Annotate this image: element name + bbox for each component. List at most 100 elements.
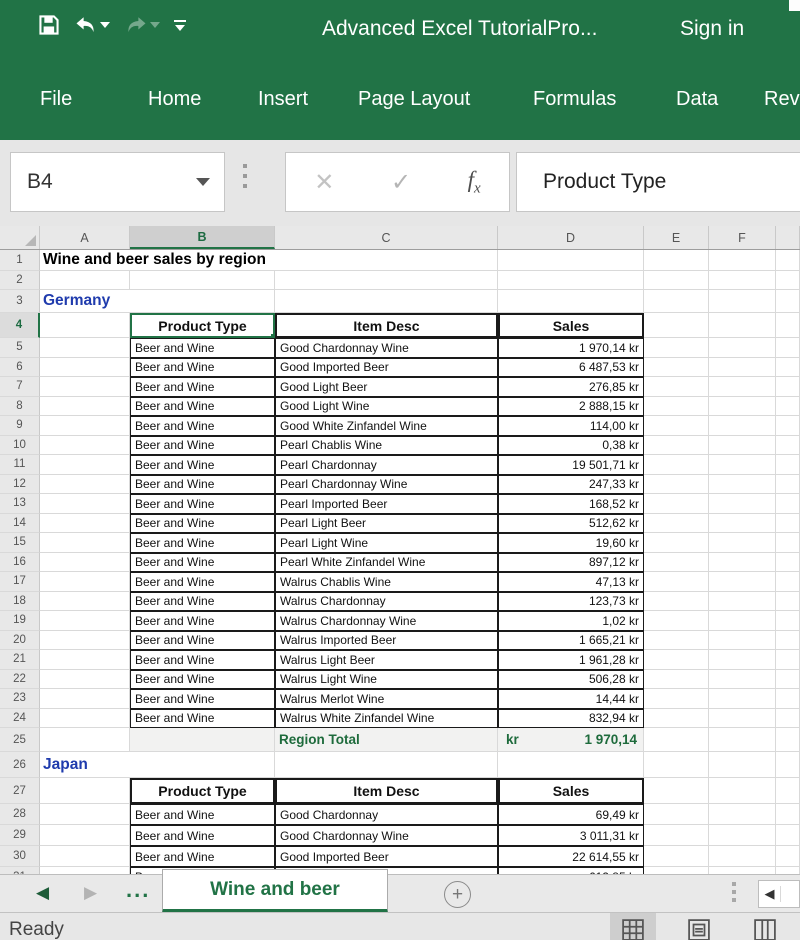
cell-D16[interactable]: 897,12 kr: [498, 553, 644, 573]
cell[interactable]: [709, 436, 776, 456]
cell-C28[interactable]: Good Chardonnay: [275, 804, 498, 825]
cell-D18[interactable]: 123,73 kr: [498, 592, 644, 612]
cell[interactable]: [40, 689, 130, 709]
cell[interactable]: [644, 670, 709, 690]
cell[interactable]: [709, 290, 776, 313]
cell[interactable]: [644, 572, 709, 592]
column-header-partial[interactable]: [776, 226, 800, 249]
enter-icon[interactable]: ✓: [391, 168, 411, 197]
cell-B25[interactable]: [130, 728, 275, 752]
cell[interactable]: [130, 271, 275, 290]
cell[interactable]: [644, 825, 709, 846]
row-header-19[interactable]: 19: [0, 611, 40, 631]
sheet-nav-left-icon[interactable]: ◀: [36, 883, 49, 903]
cell[interactable]: [709, 825, 776, 846]
cell-B8[interactable]: Beer and Wine: [130, 397, 275, 417]
cell[interactable]: [709, 592, 776, 612]
cell[interactable]: [644, 631, 709, 651]
cell[interactable]: [776, 436, 800, 456]
cell[interactable]: [644, 271, 709, 290]
cell[interactable]: [709, 514, 776, 534]
cell-D9[interactable]: 114,00 kr: [498, 416, 644, 436]
cell[interactable]: [40, 804, 130, 825]
cell[interactable]: [644, 514, 709, 534]
cell[interactable]: [644, 752, 709, 778]
cell-C11[interactable]: Pearl Chardonnay: [275, 455, 498, 475]
cell-C29[interactable]: Good Chardonnay Wine: [275, 825, 498, 846]
cell-D5[interactable]: 1 970,14 kr: [498, 338, 644, 358]
cell-B13[interactable]: Beer and Wine: [130, 494, 275, 514]
cell[interactable]: [644, 709, 709, 729]
cell[interactable]: [776, 752, 800, 778]
cell-B11[interactable]: Beer and Wine: [130, 455, 275, 475]
cell[interactable]: [776, 533, 800, 553]
cell[interactable]: [776, 338, 800, 358]
cell[interactable]: [644, 416, 709, 436]
row-header-5[interactable]: 5: [0, 338, 40, 358]
cell[interactable]: [709, 670, 776, 690]
cell[interactable]: [644, 397, 709, 417]
cell-D12[interactable]: 247,33 kr: [498, 475, 644, 495]
cell[interactable]: [709, 752, 776, 778]
row-header-16[interactable]: 16: [0, 553, 40, 573]
ribbon-tab-page-layout[interactable]: Page Layout: [358, 88, 470, 111]
row-header-12[interactable]: 12: [0, 475, 40, 495]
cell[interactable]: [275, 271, 498, 290]
cell-B22[interactable]: Beer and Wine: [130, 670, 275, 690]
cell[interactable]: [776, 709, 800, 729]
cell-B30[interactable]: Beer and Wine: [130, 846, 275, 867]
cell[interactable]: [498, 271, 644, 290]
row-header-31[interactable]: 31: [0, 867, 40, 874]
cell-D24[interactable]: 832,94 kr: [498, 709, 644, 729]
row-header-21[interactable]: 21: [0, 650, 40, 670]
tab-bar-resize-handle[interactable]: [732, 882, 736, 902]
cell[interactable]: [644, 611, 709, 631]
undo-dropdown-icon[interactable]: [100, 22, 110, 28]
cell[interactable]: [709, 533, 776, 553]
cell[interactable]: [40, 778, 130, 804]
cell-B27[interactable]: Product Type: [130, 778, 275, 804]
cell-C15[interactable]: Pearl Light Wine: [275, 533, 498, 553]
cell-B18[interactable]: Beer and Wine: [130, 592, 275, 612]
cell-C16[interactable]: Pearl White Zinfandel Wine: [275, 553, 498, 573]
cell[interactable]: [644, 250, 709, 271]
cell[interactable]: [644, 728, 709, 752]
row-header-30[interactable]: 30: [0, 846, 40, 867]
cell[interactable]: [40, 572, 130, 592]
cell[interactable]: [709, 338, 776, 358]
cell[interactable]: [644, 313, 709, 338]
cell[interactable]: [709, 494, 776, 514]
cell[interactable]: [776, 271, 800, 290]
cell-D17[interactable]: 47,13 kr: [498, 572, 644, 592]
cell-D30[interactable]: 22 614,55 kr: [498, 846, 644, 867]
cell[interactable]: [776, 397, 800, 417]
formula-bar-input[interactable]: Product Type: [516, 152, 800, 212]
cell[interactable]: [644, 436, 709, 456]
cell[interactable]: [776, 377, 800, 397]
cell[interactable]: [40, 670, 130, 690]
cell-B21[interactable]: Beer and Wine: [130, 650, 275, 670]
cell[interactable]: [644, 804, 709, 825]
cell[interactable]: [709, 867, 776, 874]
cell-D20[interactable]: 1 665,21 kr: [498, 631, 644, 651]
cell-C19[interactable]: Walrus Chardonnay Wine: [275, 611, 498, 631]
cell[interactable]: [709, 475, 776, 495]
cell[interactable]: [709, 377, 776, 397]
cell[interactable]: [709, 313, 776, 338]
row-header-14[interactable]: 14: [0, 514, 40, 534]
column-header-C[interactable]: C: [275, 226, 498, 249]
cell[interactable]: [776, 728, 800, 752]
cell-B4[interactable]: Product Type: [130, 313, 275, 338]
cell-B23[interactable]: Beer and Wine: [130, 689, 275, 709]
cell[interactable]: [776, 358, 800, 378]
row-header-3[interactable]: 3: [0, 290, 40, 313]
cell[interactable]: [776, 825, 800, 846]
cell[interactable]: [776, 689, 800, 709]
cell[interactable]: [709, 728, 776, 752]
cell-A26[interactable]: Japan: [40, 752, 275, 778]
cell[interactable]: [776, 592, 800, 612]
cell-B9[interactable]: Beer and Wine: [130, 416, 275, 436]
cell-B15[interactable]: Beer and Wine: [130, 533, 275, 553]
cell-D19[interactable]: 1,02 kr: [498, 611, 644, 631]
cell[interactable]: [709, 650, 776, 670]
